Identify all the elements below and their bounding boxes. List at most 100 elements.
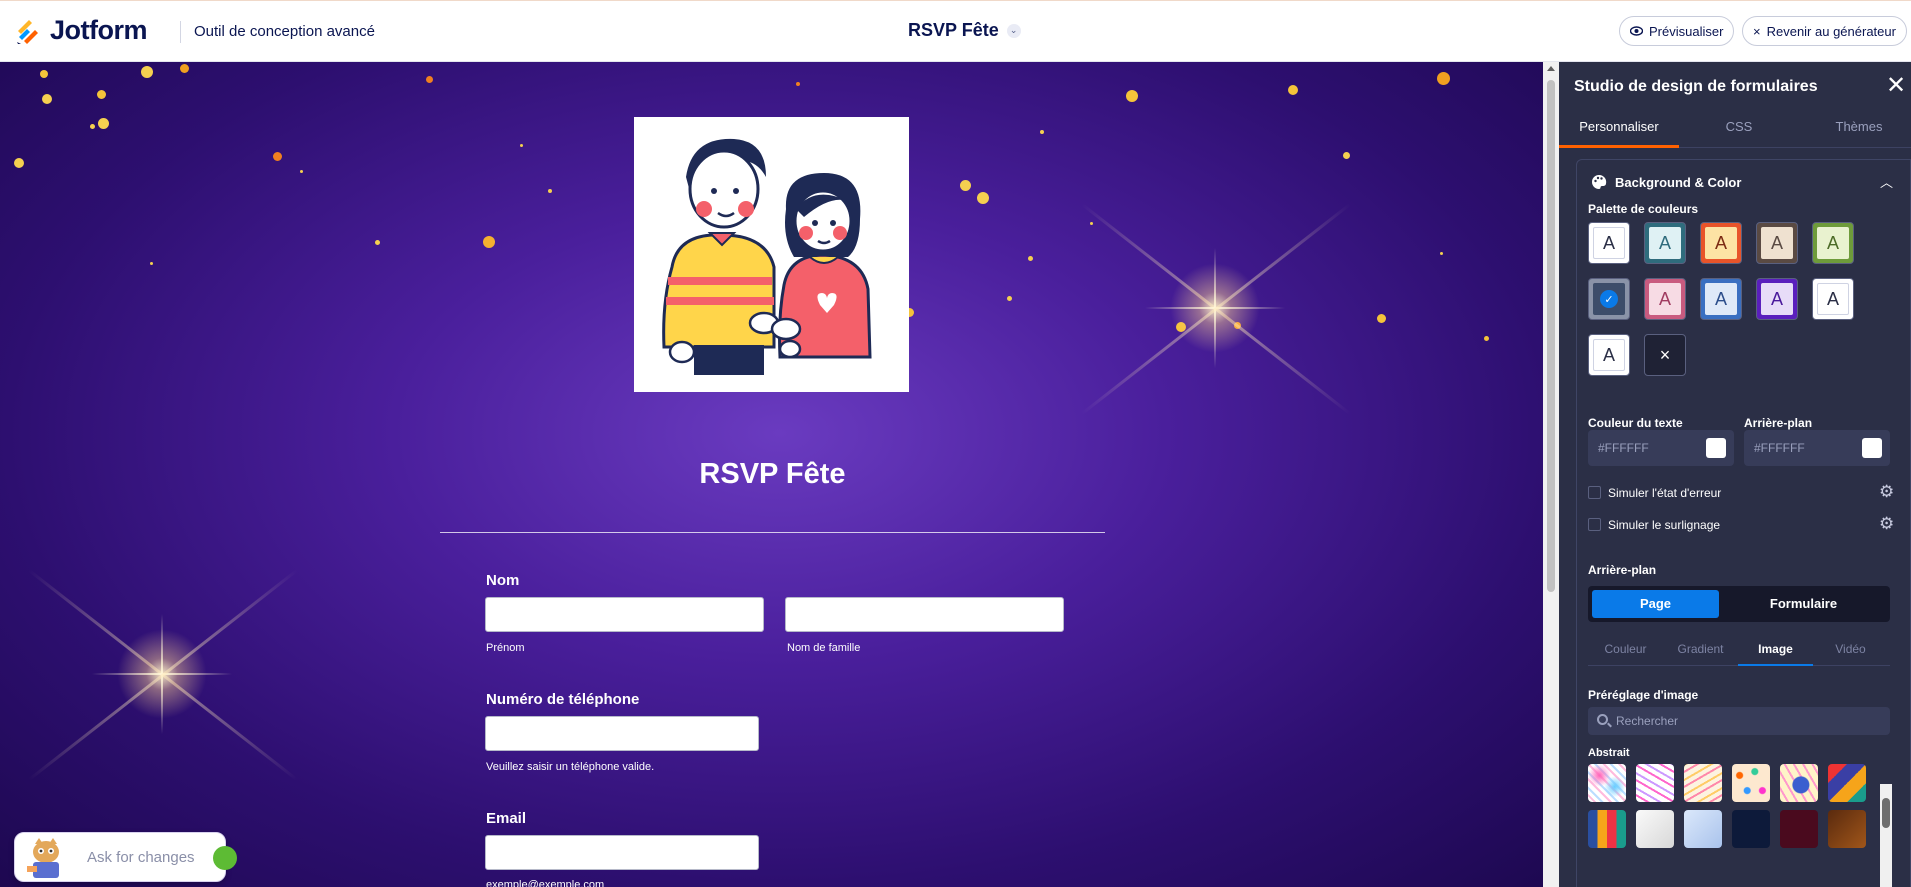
assistant-send-button[interactable]: [213, 846, 237, 870]
image-preset-label: Préréglage d'image: [1588, 688, 1699, 702]
swatch-sample: ✓: [1593, 283, 1625, 315]
confetti-dot: [14, 158, 24, 168]
subtab-video[interactable]: Vidéo: [1813, 634, 1888, 666]
section-header[interactable]: Background & Color: [1591, 174, 1741, 190]
top-bar: Jotform Outil de conception avancé RSVP …: [0, 0, 1911, 62]
swatch-sample: A: [1705, 227, 1737, 259]
seg-page[interactable]: Page: [1592, 590, 1719, 618]
confetti-dot: [273, 152, 282, 161]
gear-icon[interactable]: ⚙: [1879, 514, 1894, 534]
palette-swatch[interactable]: A: [1644, 222, 1686, 264]
first-name-input[interactable]: [485, 597, 764, 632]
tab-css[interactable]: CSS: [1679, 106, 1799, 148]
confetti-dot: [97, 90, 106, 99]
palette-swatch[interactable]: A: [1756, 222, 1798, 264]
email-label: Email: [486, 810, 527, 827]
chevron-up-icon[interactable]: ︿: [1880, 172, 1893, 191]
text-color-input[interactable]: #FFFFFF: [1588, 430, 1734, 466]
preset-thumb[interactable]: [1732, 764, 1770, 802]
confetti-dot: [150, 262, 153, 265]
tab-themes[interactable]: Thèmes: [1799, 106, 1911, 148]
hero-image[interactable]: [634, 117, 909, 392]
confetti-dot: [1437, 72, 1450, 85]
preset-thumb[interactable]: [1588, 810, 1626, 848]
preset-thumb[interactable]: [1684, 810, 1722, 848]
palette-swatch[interactable]: A: [1812, 222, 1854, 264]
close-panel-icon[interactable]: ✕: [1886, 74, 1906, 98]
bg-color-input[interactable]: #FFFFFF: [1744, 430, 1890, 466]
swatch-sample: A: [1593, 339, 1625, 371]
swatch-sample: A: [1761, 227, 1793, 259]
light-flare: [92, 614, 232, 734]
form-card: RSVP Fête Nom Prénom Nom de famille Numé…: [440, 82, 1105, 887]
bg-color-swatch[interactable]: [1862, 438, 1882, 458]
preview-button[interactable]: Prévisualiser: [1619, 16, 1735, 46]
back-to-builder-button[interactable]: × Revenir au générateur: [1742, 16, 1907, 46]
header-form-title: RSVP Fête: [908, 20, 999, 40]
assistant-avatar-icon: [21, 836, 71, 880]
email-input[interactable]: [485, 835, 759, 870]
preset-thumb[interactable]: [1780, 764, 1818, 802]
form-title-menu[interactable]: RSVP Fête ⌄: [908, 20, 1021, 41]
confetti-dot: [40, 70, 48, 78]
subtab-gradient[interactable]: Gradient: [1663, 634, 1738, 666]
simulate-error-checkbox[interactable]: [1588, 486, 1601, 499]
form-title: RSVP Fête: [699, 458, 846, 490]
seg-formulaire[interactable]: Formulaire: [1740, 590, 1867, 618]
preset-thumb[interactable]: [1636, 764, 1674, 802]
swatch-sample: A: [1649, 227, 1681, 259]
confetti-dot: [1440, 252, 1443, 255]
bg-color-value: #FFFFFF: [1754, 441, 1805, 455]
text-color-swatch[interactable]: [1706, 438, 1726, 458]
preset-thumb[interactable]: [1780, 810, 1818, 848]
simulate-highlight-label: Simuler le surlignage: [1608, 518, 1721, 532]
confetti-dot: [141, 66, 153, 78]
confetti-dot: [180, 64, 189, 73]
last-name-input[interactable]: [785, 597, 1064, 632]
header-divider: [180, 21, 181, 43]
preset-thumb[interactable]: [1636, 810, 1674, 848]
assistant-placeholder: Ask for changes: [87, 849, 195, 866]
search-placeholder: Rechercher: [1616, 714, 1679, 728]
palette-swatch[interactable]: A: [1588, 334, 1630, 376]
palette-swatch[interactable]: ✓: [1588, 278, 1630, 320]
form-divider: [440, 532, 1105, 533]
swatch-sample: A: [1705, 283, 1737, 315]
canvas-scrollbar-thumb[interactable]: [1547, 80, 1555, 592]
palette-swatch[interactable]: A: [1588, 222, 1630, 264]
palette-swatch[interactable]: A: [1812, 278, 1854, 320]
preset-thumb[interactable]: [1732, 810, 1770, 848]
subtab-couleur[interactable]: Couleur: [1588, 634, 1663, 666]
confetti-dot: [90, 124, 95, 129]
swatch-sample: ×: [1649, 339, 1681, 371]
preset-thumb[interactable]: [1684, 764, 1722, 802]
close-icon: ×: [1753, 23, 1761, 39]
tab-personnaliser[interactable]: Personnaliser: [1559, 106, 1679, 148]
phone-input[interactable]: [485, 716, 759, 751]
palette-swatch[interactable]: A: [1756, 278, 1798, 320]
scroll-up-arrow-icon[interactable]: [1547, 66, 1555, 71]
background-target-toggle: Page Formulaire: [1588, 586, 1890, 622]
phone-sublabel: Veuillez saisir un téléphone valide.: [486, 761, 655, 773]
light-flare: [1145, 248, 1285, 368]
palette-swatch[interactable]: A: [1700, 278, 1742, 320]
swatch-sample: A: [1761, 283, 1793, 315]
palette-swatch[interactable]: A: [1644, 278, 1686, 320]
gear-icon[interactable]: ⚙: [1879, 482, 1894, 502]
simulate-highlight-checkbox[interactable]: [1588, 518, 1601, 531]
preset-thumb[interactable]: [1588, 764, 1626, 802]
palette-swatch[interactable]: ×: [1644, 334, 1686, 376]
preset-thumb[interactable]: [1828, 810, 1866, 848]
search-icon: [1597, 714, 1608, 725]
jotform-logo[interactable]: Jotform: [16, 15, 148, 46]
subtab-image[interactable]: Image: [1738, 634, 1813, 666]
presets-scrollbar-thumb[interactable]: [1882, 798, 1890, 828]
preset-thumb[interactable]: [1828, 764, 1866, 802]
design-studio-panel: Studio de design de formulaires ✕ Person…: [1559, 62, 1911, 887]
background-color-section: Background & Color ︿ Palette de couleurs…: [1576, 159, 1911, 887]
confetti-dot: [1288, 85, 1298, 95]
image-search-input[interactable]: Rechercher: [1588, 707, 1890, 735]
ai-assistant-box[interactable]: Ask for changes: [14, 832, 237, 882]
confetti-dot: [426, 76, 433, 83]
palette-swatch[interactable]: A: [1700, 222, 1742, 264]
